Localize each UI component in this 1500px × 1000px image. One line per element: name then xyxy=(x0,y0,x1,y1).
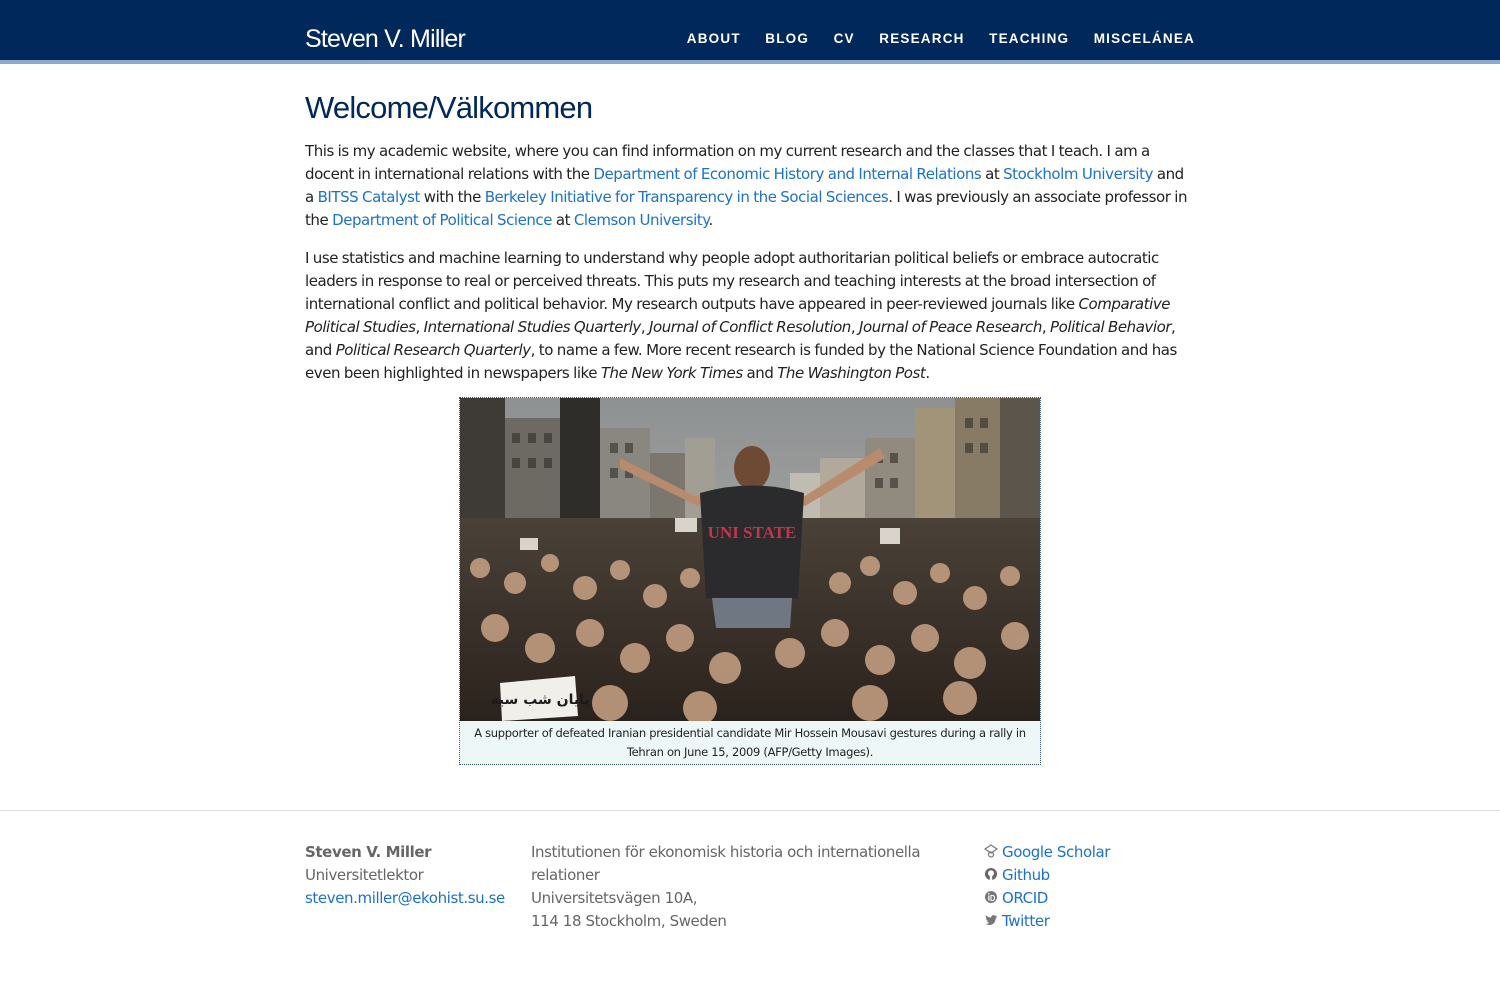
link-bitss-catalyst[interactable]: BITSS Catalyst xyxy=(318,188,421,206)
nav-about[interactable]: ABOUT xyxy=(687,30,741,48)
intro-text: at xyxy=(981,165,1004,183)
page-title: Welcome/Välkommen xyxy=(305,90,593,125)
footer: Steven V. Miller Universitetlektor steve… xyxy=(0,810,1500,1000)
nav-blog[interactable]: BLOG xyxy=(765,30,809,48)
address-line: 114 18 Stockholm, Sweden xyxy=(531,912,727,930)
nav-teaching[interactable]: TEACHING xyxy=(989,30,1069,48)
main-content: Welcome/Välkommen This is my academic we… xyxy=(305,88,1195,400)
footer-name: Steven V. Miller xyxy=(305,843,432,861)
address-line: relationer xyxy=(531,866,600,884)
footer-link-row: Github xyxy=(984,864,1110,887)
footer-role: Universitetlektor xyxy=(305,866,424,884)
intro-text: with the xyxy=(419,188,485,206)
research-text: . xyxy=(925,364,930,382)
separator: , xyxy=(640,318,649,336)
navbar-divider xyxy=(0,60,1500,64)
footer-links: Google Scholar Github ORCID Twitter xyxy=(984,841,1110,933)
link-economic-history-dept[interactable]: Department of Economic History and Inter… xyxy=(593,165,981,183)
google-scholar-icon xyxy=(984,844,998,858)
journal-name: Journal of Peace Research xyxy=(859,318,1042,336)
address-line: Institutionen för ekonomisk historia och… xyxy=(531,843,921,861)
nav-cv[interactable]: CV xyxy=(834,30,855,48)
protest-figure: UNI STATE پایان شب سیه A supporter of de… xyxy=(459,397,1041,765)
footer-link-row: Google Scholar xyxy=(984,841,1110,864)
journal-name: Political Research Quarterly xyxy=(335,341,531,359)
separator: , xyxy=(415,318,424,336)
site-brand-link[interactable]: Steven V. Miller xyxy=(305,22,466,56)
research-text: and xyxy=(742,364,778,382)
address-line: Universitetsvägen 10A, xyxy=(531,889,698,907)
footer-link-row: ORCID xyxy=(984,887,1110,910)
orcid-link[interactable]: ORCID xyxy=(1002,889,1048,907)
intro-paragraph: This is my academic website, where you c… xyxy=(305,140,1195,232)
footer-email-link[interactable]: steven.miller@ekohist.su.se xyxy=(305,887,505,910)
footer-contact: Steven V. Miller Universitetlektor steve… xyxy=(305,841,505,910)
intro-text: at xyxy=(552,211,574,229)
twitter-link[interactable]: Twitter xyxy=(1002,912,1050,930)
footer-address: Institutionen för ekonomisk historia och… xyxy=(531,841,921,933)
journal-name: Journal of Conflict Resolution xyxy=(649,318,851,336)
link-stockholm-university[interactable]: Stockholm University xyxy=(1003,165,1153,183)
link-political-science-dept[interactable]: Department of Political Science xyxy=(332,211,552,229)
protest-photo: UNI STATE پایان شب سیه xyxy=(460,398,1040,721)
research-paragraph: I use statistics and machine learning to… xyxy=(305,247,1195,385)
github-icon xyxy=(985,868,997,880)
newspaper-name: The Washington Post xyxy=(777,364,926,382)
intro-text: . xyxy=(708,211,714,229)
separator: , xyxy=(850,318,859,336)
research-text: I use statistics and machine learning to… xyxy=(305,249,1159,313)
figure-caption: A supporter of defeated Iranian presiden… xyxy=(474,726,1026,759)
footer-link-row: Twitter xyxy=(984,910,1110,933)
link-berkeley-initiative[interactable]: Berkeley Initiative for Transparency in … xyxy=(485,188,889,206)
link-clemson-university[interactable]: Clemson University xyxy=(574,211,709,229)
main-nav: ABOUT BLOG CV RESEARCH TEACHING MISCELÁN… xyxy=(662,30,1195,48)
journal-name: Political Behavior xyxy=(1050,318,1172,336)
github-link[interactable]: Github xyxy=(1002,866,1050,884)
shirt-lettering: UNI STATE xyxy=(708,523,797,542)
google-scholar-link[interactable]: Google Scholar xyxy=(1002,843,1110,861)
nav-miscelanea[interactable]: MISCELÁNEA xyxy=(1094,30,1195,48)
separator: , xyxy=(1041,318,1051,336)
nav-research[interactable]: RESEARCH xyxy=(879,30,964,48)
orcid-icon xyxy=(985,891,997,903)
navbar: Steven V. Miller ABOUT BLOG CV RESEARCH … xyxy=(0,0,1500,60)
sign-lettering: پایان شب سیه xyxy=(490,692,589,708)
journal-name: International Studies Quarterly xyxy=(423,318,642,336)
twitter-icon xyxy=(985,915,997,925)
newspaper-name: The New York Times xyxy=(600,364,743,382)
